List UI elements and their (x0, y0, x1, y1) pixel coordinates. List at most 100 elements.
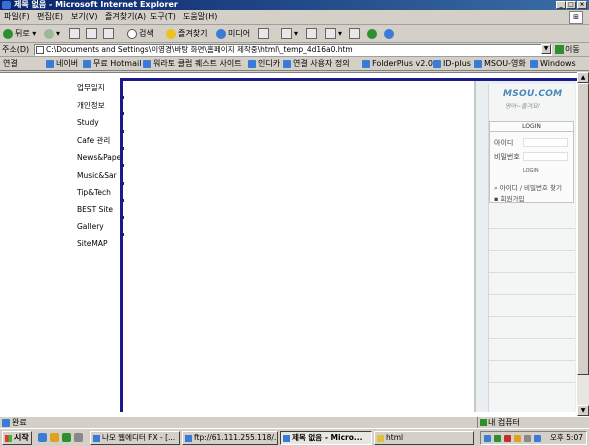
magnifier-icon: ⌕ (494, 184, 498, 192)
menu-edit[interactable]: 편집(E) (37, 12, 63, 22)
address-input[interactable]: C:\Documents and Settings\이영경\바탕 화면\홈페이지… (34, 44, 552, 56)
id-label: 아이디 (494, 139, 514, 147)
scroll-up-button[interactable]: ▲ (577, 72, 589, 83)
messenger-icon (367, 28, 377, 39)
nav-divider-line (120, 78, 123, 412)
title-bar: 제목 없음 - Microsoft Internet Explorer _ □ … (0, 0, 589, 10)
refresh-button[interactable] (86, 28, 99, 40)
scroll-down-button[interactable]: ▼ (577, 405, 589, 416)
app-icon (283, 435, 290, 442)
login-button[interactable]: LOGIN (523, 168, 539, 174)
tray-icon[interactable] (514, 435, 521, 442)
link-msou-movie[interactable]: MSOU-영화 (474, 59, 526, 69)
system-tray: 오후 5:07 (480, 431, 587, 445)
mail-icon (281, 28, 292, 39)
vertical-scrollbar[interactable]: ▲ ▼ (577, 72, 589, 416)
nav-item-sitemap[interactable]: SiteMAP (77, 239, 120, 249)
computer-icon (480, 419, 487, 426)
nav-item-study[interactable]: Study (77, 118, 120, 128)
status-text: 완료 (12, 418, 27, 427)
nav-item-work-log[interactable]: 업무일지 (77, 83, 120, 93)
link-folderplus[interactable]: FolderPlus v2.0 (362, 59, 433, 69)
menu-bar: 파일(F) 편집(E) 보기(V) 즐겨찾기(A) 도구(T) 도움말(H) ⊞ (0, 10, 589, 25)
nav-bullet (121, 96, 124, 99)
menu-favorites[interactable]: 즐겨찾기(A) (105, 12, 146, 22)
forward-button[interactable]: ▾ (44, 28, 60, 40)
close-button[interactable]: × (577, 1, 587, 9)
discuss-button[interactable] (349, 28, 362, 40)
menu-file[interactable]: 파일(F) (4, 12, 30, 22)
link-id-plus[interactable]: ID-plus (433, 59, 471, 69)
link-windows[interactable]: Windows (530, 59, 576, 69)
edit-button[interactable]: ▾ (325, 28, 342, 40)
tray-icon[interactable] (504, 435, 511, 442)
task-namo-editor[interactable]: 나모 웹에디터 FX - [... (90, 431, 180, 445)
back-arrow-icon (3, 28, 13, 39)
search-button[interactable]: 검색 (127, 28, 154, 40)
nav-item-music[interactable]: Music&Sar (77, 171, 120, 181)
nav-bullet (121, 130, 124, 133)
favorites-button[interactable]: 즐겨찾기 (166, 28, 207, 40)
media-button[interactable]: 미디어 (216, 28, 250, 40)
link-customize[interactable]: 연결 사용자 정의 (283, 59, 350, 69)
stop-button[interactable] (69, 28, 82, 40)
messenger-button[interactable] (367, 28, 379, 40)
nav-item-news[interactable]: News&Paper (77, 153, 120, 163)
nav-bullet (121, 147, 124, 150)
link-icon (474, 59, 482, 68)
password-input[interactable] (523, 152, 568, 161)
ie-icon (2, 1, 11, 9)
id-input[interactable] (523, 138, 568, 147)
print-button[interactable] (306, 28, 319, 40)
menu-tools[interactable]: 도구(T) (150, 12, 176, 22)
link-club-quest[interactable]: 워라토 클럽 퀘스트 사이트 (143, 59, 242, 69)
back-button[interactable]: 뒤로 ▾ (3, 28, 36, 40)
extra-button[interactable] (384, 28, 396, 40)
nav-item-cafe[interactable]: Cafe 관리 (77, 136, 120, 146)
go-arrow-icon (555, 45, 564, 54)
tray-icon[interactable] (494, 435, 501, 442)
window-title: 제목 없음 - Microsoft Internet Explorer (14, 0, 178, 9)
start-button[interactable]: 시작 (2, 431, 32, 445)
link-icon (143, 59, 151, 68)
volume-icon[interactable] (524, 435, 531, 442)
site-logo[interactable]: MSOU.COM (503, 89, 563, 99)
edit-icon (325, 28, 336, 39)
minimize-button[interactable]: _ (556, 1, 566, 9)
search-icon (127, 28, 137, 39)
menu-view[interactable]: 보기(V) (71, 12, 97, 22)
quicklaunch-desktop-icon[interactable] (62, 433, 71, 442)
maximize-button[interactable]: □ (566, 1, 576, 9)
mail-button[interactable]: ▾ (281, 28, 298, 40)
ime-icon[interactable] (534, 435, 541, 442)
find-account-link[interactable]: ⌕ 아이디 / 비밀번호 찾기 (494, 182, 562, 193)
links-label: 연결 (3, 59, 18, 68)
panel-divider (489, 316, 575, 317)
quicklaunch-outlook-icon[interactable] (50, 433, 59, 442)
scroll-thumb[interactable] (577, 83, 589, 375)
quicklaunch-media-icon[interactable] (74, 433, 83, 442)
page-done-icon (2, 419, 10, 427)
link-indica[interactable]: 인디카 (248, 59, 280, 69)
nav-item-gallery[interactable]: Gallery (77, 222, 120, 232)
nav-item-profile[interactable]: 개인정보 (77, 101, 120, 111)
go-button[interactable]: 이동 (555, 45, 580, 55)
address-dropdown-button[interactable]: ▼ (541, 44, 551, 54)
task-html-folder[interactable]: html (374, 431, 474, 445)
nav-item-tip[interactable]: Tip&Tech (77, 188, 120, 198)
history-button[interactable] (258, 28, 271, 40)
nav-item-best-site[interactable]: BEST Site (77, 205, 120, 215)
tray-icon[interactable] (484, 435, 491, 442)
task-ie-window[interactable]: 제목 없음 - Micro... (280, 431, 372, 445)
panel-divider (489, 360, 575, 361)
task-ftp[interactable]: ftp://61.111.255.118/... (182, 431, 278, 445)
link-naver[interactable]: 네이버 (46, 59, 78, 69)
nav-bullet (121, 216, 124, 219)
link-hotmail[interactable]: 무료 Hotmail (83, 59, 141, 69)
menu-help[interactable]: 도움말(H) (183, 12, 217, 22)
media-icon (216, 28, 226, 39)
home-button[interactable] (103, 28, 116, 40)
panel-divider (489, 228, 575, 229)
quicklaunch-ie-icon[interactable] (38, 433, 47, 442)
join-link[interactable]: ▪ 회원가입 (494, 193, 524, 203)
